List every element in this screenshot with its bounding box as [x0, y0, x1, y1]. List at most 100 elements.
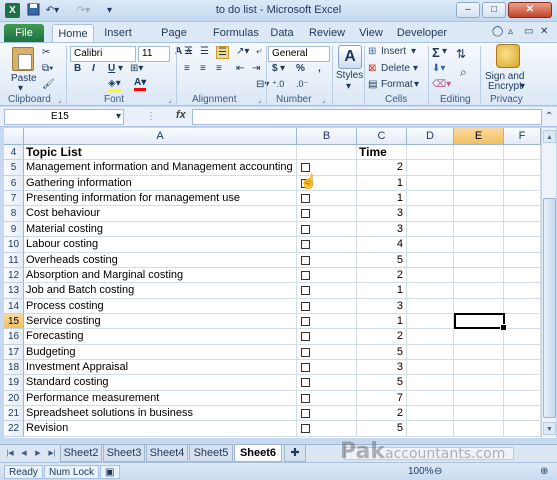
number-launcher-icon[interactable]: ⌟	[322, 95, 326, 104]
time-cell[interactable]: 3	[357, 360, 407, 376]
clipboard-launcher-icon[interactable]: ⌟	[58, 95, 62, 104]
row-header[interactable]: 17	[4, 344, 24, 361]
row-header[interactable]: 9	[4, 221, 24, 238]
align-center-icon[interactable]: ≡	[200, 63, 206, 74]
topic-cell[interactable]: Absorption and Marginal costing	[24, 267, 297, 284]
align-left-icon[interactable]: ≡	[184, 63, 190, 74]
cell-f[interactable]	[504, 283, 541, 299]
insert-worksheet-icon[interactable]: ✚	[284, 445, 306, 462]
name-box-dropdown-icon[interactable]: ▾	[116, 111, 121, 122]
time-cell[interactable]: 5	[357, 421, 407, 437]
select-all-corner[interactable]	[4, 128, 24, 145]
topic-cell[interactable]: Labour costing	[24, 237, 297, 253]
cell-d[interactable]	[407, 206, 454, 222]
styles-dropdown-icon[interactable]: ▾	[346, 81, 351, 92]
done-checkbox[interactable]	[301, 209, 310, 219]
selected-cell-e15[interactable]	[454, 312, 507, 332]
column-header-f[interactable]: F	[504, 128, 541, 145]
done-checkbox[interactable]	[301, 301, 310, 311]
topic-cell[interactable]: Job and Batch costing	[24, 283, 297, 299]
row-header[interactable]: 11	[4, 252, 24, 268]
borders-icon[interactable]: ⊞▾	[130, 63, 143, 74]
align-top-icon[interactable]: ☰	[184, 46, 193, 57]
cell-f[interactable]	[504, 313, 541, 330]
column-header-b[interactable]: B	[297, 128, 357, 145]
wrap-text-icon[interactable]: ⤶	[256, 46, 262, 57]
time-cell[interactable]: 3	[357, 221, 407, 238]
cell-f[interactable]	[504, 406, 541, 422]
sign-encrypt-dropdown-icon[interactable]: ▾	[520, 81, 525, 92]
cell-d[interactable]	[407, 237, 454, 253]
cell-f[interactable]	[504, 267, 541, 284]
topic-cell[interactable]: Gathering information	[24, 175, 297, 192]
cell-f[interactable]	[504, 175, 541, 192]
cell-f[interactable]	[504, 252, 541, 268]
macro-record-icon[interactable]: ▣	[100, 465, 120, 479]
done-checkbox[interactable]	[301, 255, 310, 265]
font-name-select[interactable]: Calibri	[70, 46, 136, 62]
done-checkbox[interactable]	[301, 194, 310, 204]
underline-dropdown-icon[interactable]: ▾	[118, 63, 123, 74]
cell-d[interactable]	[407, 329, 454, 345]
done-checkbox[interactable]	[301, 363, 310, 373]
column-header-e[interactable]: E	[454, 128, 504, 145]
topic-list-header[interactable]: Topic List	[24, 145, 297, 161]
tab-home[interactable]: Home	[52, 24, 94, 42]
topic-cell[interactable]: Standard costing	[24, 375, 297, 391]
tab-developer[interactable]: Developer	[395, 24, 449, 42]
number-format-select[interactable]: General	[268, 46, 330, 62]
cut-icon[interactable]: ✂	[42, 47, 50, 58]
row-header[interactable]: 16	[4, 329, 24, 345]
row-header[interactable]: 4	[4, 145, 24, 161]
cell-f[interactable]	[504, 145, 541, 161]
done-checkbox[interactable]	[301, 316, 310, 326]
row-header[interactable]: 21	[4, 406, 24, 422]
cell-e[interactable]	[454, 160, 504, 176]
font-size-select[interactable]: 11	[138, 46, 170, 62]
tab-data[interactable]: Data	[267, 24, 297, 42]
cell-f[interactable]	[504, 375, 541, 391]
cell-d[interactable]	[407, 160, 454, 176]
cell-f[interactable]	[504, 329, 541, 345]
cell-f[interactable]	[504, 160, 541, 176]
topic-cell[interactable]: Service costing	[24, 313, 297, 330]
time-cell[interactable]: 3	[357, 206, 407, 222]
done-checkbox[interactable]	[301, 393, 310, 403]
topic-cell[interactable]: Budgeting	[24, 344, 297, 361]
checkbox-cell[interactable]	[297, 206, 357, 222]
percent-button[interactable]: %	[296, 63, 305, 74]
column-header-d[interactable]: D	[407, 128, 454, 145]
checkbox-cell[interactable]	[297, 421, 357, 437]
cell-e[interactable]	[454, 390, 504, 407]
cell-e[interactable]	[454, 298, 504, 314]
insert-dropdown-icon[interactable]: ▾	[411, 46, 416, 57]
increase-indent-icon[interactable]: ⇥	[252, 63, 260, 74]
done-checkbox[interactable]	[301, 163, 310, 173]
insert-cells-icon[interactable]: ⊞	[368, 46, 376, 57]
format-painter-icon[interactable]: 🖌	[42, 79, 55, 90]
format-dropdown-icon[interactable]: ▾	[414, 79, 419, 90]
row-header[interactable]: 18	[4, 360, 24, 376]
delete-cells-icon[interactable]: ⊠	[368, 63, 376, 74]
vertical-scrollbar[interactable]: ▲ ▼	[541, 128, 556, 438]
orientation-icon[interactable]: ↗▾	[236, 46, 249, 57]
cell-f[interactable]	[504, 390, 541, 407]
paste-dropdown-icon[interactable]: ▾	[18, 83, 23, 94]
column-header-c[interactable]: C	[357, 128, 407, 145]
last-sheet-icon[interactable]: ▶|	[46, 448, 58, 460]
time-cell[interactable]: 2	[357, 160, 407, 176]
scroll-down-icon[interactable]: ▼	[543, 422, 556, 435]
cell-f[interactable]	[504, 421, 541, 437]
sign-encrypt-icon[interactable]	[496, 44, 520, 68]
cell-f[interactable]	[504, 206, 541, 222]
cell-e[interactable]	[454, 421, 504, 437]
topic-cell[interactable]: Process costing	[24, 298, 297, 314]
cell-f[interactable]	[504, 298, 541, 314]
maximize-button[interactable]: □	[482, 2, 506, 18]
scroll-thumb[interactable]	[543, 198, 556, 418]
checkbox-cell[interactable]	[297, 267, 357, 284]
done-checkbox[interactable]	[301, 224, 310, 234]
formula-input[interactable]	[192, 109, 542, 125]
topic-cell[interactable]: Performance measurement	[24, 390, 297, 407]
tab-insert[interactable]: Insert	[101, 24, 135, 42]
